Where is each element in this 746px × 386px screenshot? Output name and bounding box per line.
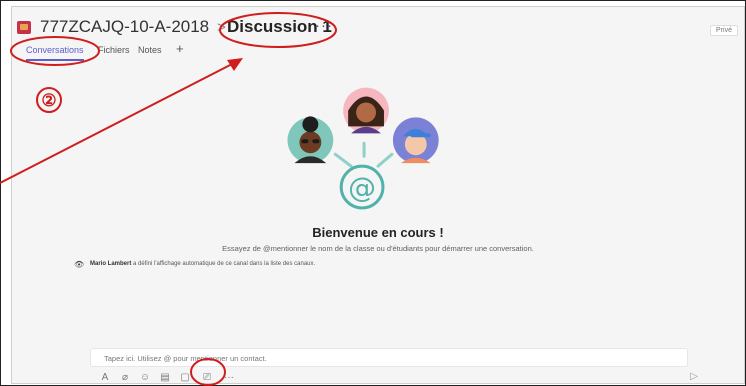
more-options-icon[interactable]: ···	[222, 371, 236, 383]
system-message-body: a défini l'affichage automatique de ce c…	[131, 261, 316, 267]
compose-placeholder: Tapez ici. Utilisez @ pour mentionner un…	[104, 354, 267, 363]
format-icon[interactable]: A	[98, 371, 112, 383]
compose-toolbar: A ⌀ ☺ ▤ ▢ ⎚ ··· ▷	[98, 371, 698, 383]
giphy-icon[interactable]: ▤	[158, 371, 172, 383]
sticker-icon[interactable]: ▢	[178, 371, 192, 383]
welcome-subtitle: Essayez de @mentionner le nom de la clas…	[222, 244, 534, 253]
system-message-actor[interactable]: Mario Lambert	[90, 261, 131, 267]
welcome-illustration: @	[287, 87, 439, 210]
welcome-title: Bienvenue en cours !	[312, 225, 444, 240]
step-number-badge: ②	[36, 87, 62, 113]
at-sign-icon: @	[339, 164, 385, 210]
meet-now-icon[interactable]: ⎚	[200, 371, 214, 383]
message-compose-box[interactable]: Tapez ici. Utilisez @ pour mentionner un…	[90, 348, 688, 367]
avatar-right	[392, 117, 439, 164]
eye-icon: 👁	[74, 260, 85, 269]
connector-lines	[333, 141, 394, 168]
teams-window: 777ZCAJQ-10-A-2018 > Discussion 1 ··· Pr…	[11, 6, 745, 384]
avatar-middle	[343, 87, 389, 134]
avatar-left	[287, 116, 334, 164]
attach-icon[interactable]: ⌀	[118, 371, 132, 383]
svg-text:@: @	[348, 171, 376, 204]
system-message-text: Mario Lambert a défini l'affichage autom…	[90, 261, 315, 267]
emoji-icon[interactable]: ☺	[138, 371, 152, 383]
send-icon[interactable]: ▷	[690, 371, 698, 382]
